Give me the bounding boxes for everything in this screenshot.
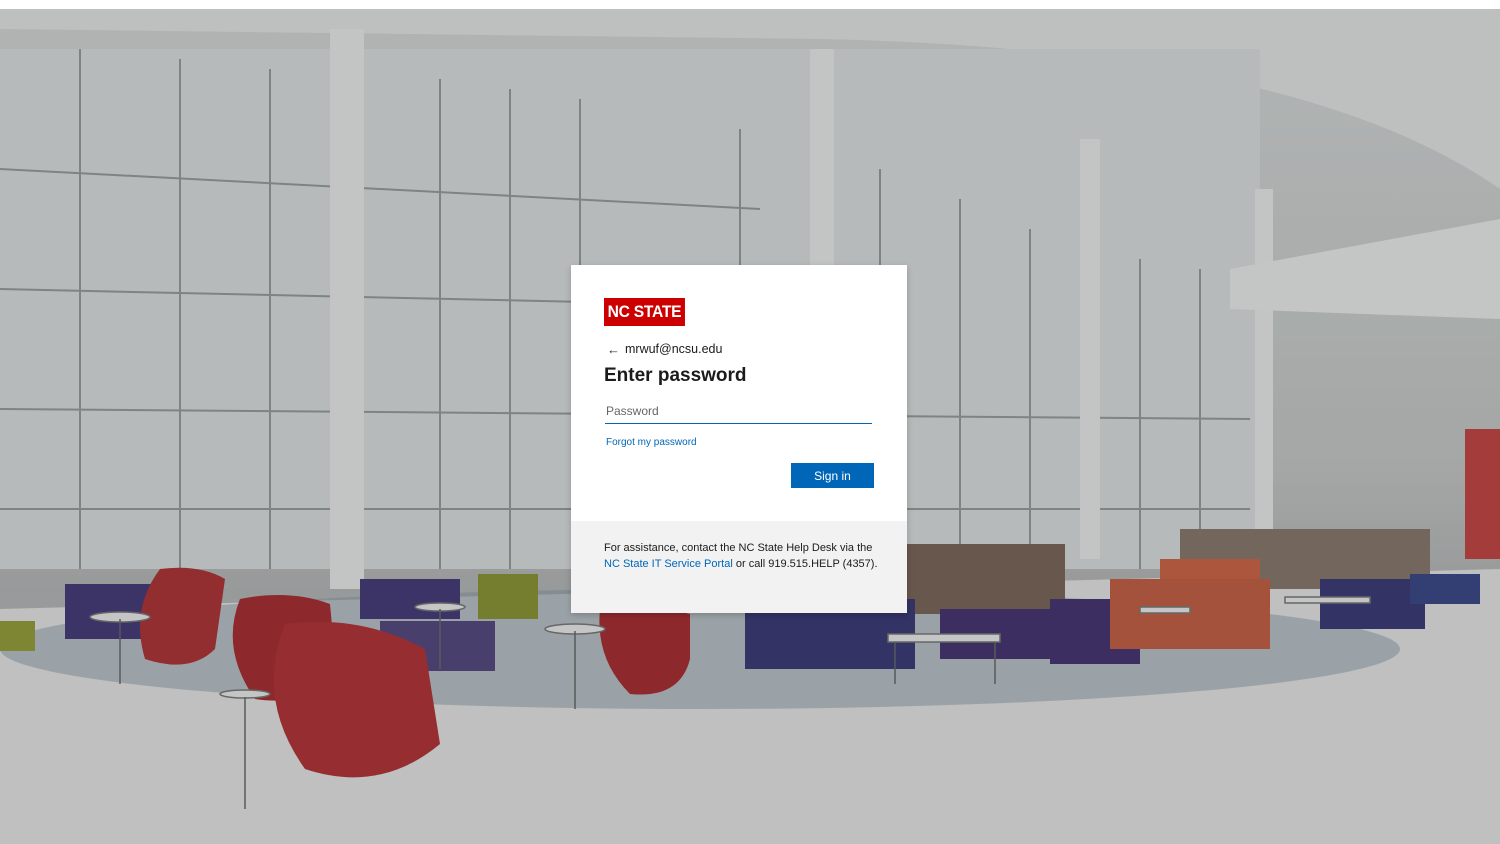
assistance-suffix: or call 919.515.HELP (4357). (732, 557, 878, 570)
service-portal-link[interactable]: NC State IT Service Portal (604, 558, 733, 570)
page-title: Enter password (604, 365, 747, 386)
forgot-password-link[interactable]: Forgot my password (606, 437, 697, 448)
nc-state-logo: NC STATE (604, 298, 685, 326)
sign-in-form: NC STATE ← mrwuf@ncsu.edu Enter password… (571, 265, 907, 521)
assistance-prefix: For assistance, contact the NC State Hel… (604, 542, 873, 554)
browser-top-strip (0, 0, 1500, 9)
account-email: mrwuf@ncsu.edu (625, 342, 723, 356)
assistance-footer: For assistance, contact the NC State Hel… (571, 521, 907, 613)
password-field[interactable] (605, 399, 872, 424)
arrow-left-icon[interactable]: ← (607, 342, 620, 357)
identity-banner[interactable]: ← mrwuf@ncsu.edu (607, 340, 722, 358)
sign-in-card: NC STATE ← mrwuf@ncsu.edu Enter password… (571, 265, 907, 613)
sign-in-button[interactable]: Sign in (791, 463, 874, 488)
assistance-text: For assistance, contact the NC State Hel… (604, 541, 879, 572)
